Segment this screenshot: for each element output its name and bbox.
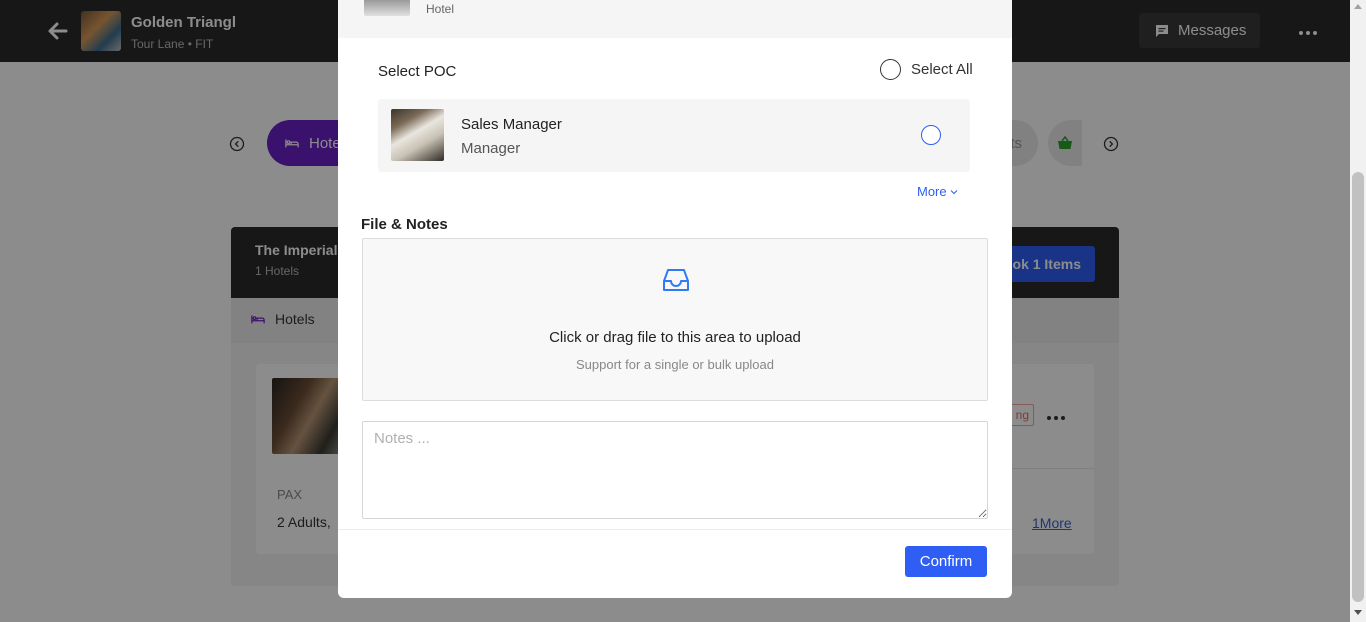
scroll-down-icon[interactable] [1354,610,1362,615]
modal-footer-divider [338,529,1012,530]
more-toggle[interactable]: More [917,184,958,199]
poc-name: Sales Manager [461,116,562,133]
select-poc-title: Select POC [378,63,457,80]
hotel-thumbnail [364,0,410,16]
file-notes-title: File & Notes [361,216,448,233]
more-toggle-label: More [917,184,947,199]
notes-textarea[interactable] [362,421,988,519]
poc-list-item[interactable]: Sales Manager Manager [378,99,970,172]
select-poc-modal: Hotel Select POC Select All Sales Manage… [338,0,1012,598]
upload-title: Click or drag file to this area to uploa… [549,329,801,346]
confirm-button[interactable]: Confirm [905,546,987,577]
file-upload-dropzone[interactable]: Click or drag file to this area to uploa… [362,238,988,401]
scroll-up-icon[interactable] [1354,4,1362,9]
poc-select-radio[interactable] [921,125,941,145]
poc-avatar [391,109,444,161]
page-scrollbar[interactable] [1350,0,1366,622]
poc-role: Manager [461,140,521,157]
modal-header-label: Hotel [426,2,455,16]
select-all-radio[interactable] [880,59,901,80]
select-all-option[interactable]: Select All [880,59,973,80]
upload-subtitle: Support for a single or bulk upload [575,357,774,372]
modal-header-strip: Hotel [338,0,1012,38]
select-all-label: Select All [911,61,973,78]
inbox-icon [661,265,691,295]
scrollbar-thumb[interactable] [1352,172,1364,602]
chevron-down-icon [950,189,957,194]
